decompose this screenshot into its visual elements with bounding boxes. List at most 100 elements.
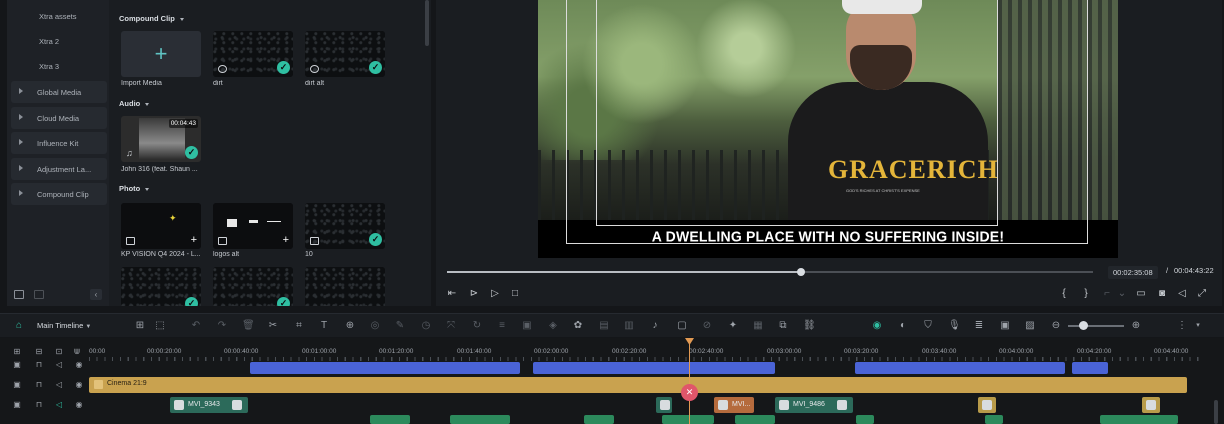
snap-icon[interactable]: ⊡ — [54, 347, 64, 357]
video-clip[interactable] — [662, 415, 714, 424]
audio-edit-icon[interactable]: ♪ — [649, 320, 661, 332]
add-track-icon[interactable]: ⊞ — [12, 347, 22, 357]
display-icon[interactable]: ▭ — [1135, 288, 1147, 300]
progress-knob[interactable] — [797, 268, 805, 276]
voiceover-icon[interactable]: ≣ — [973, 320, 985, 332]
video-clip[interactable] — [978, 397, 996, 413]
sidebar-item-adjustment-layer[interactable]: Adjustment La... — [11, 158, 107, 180]
media-scrollbar[interactable] — [425, 0, 429, 46]
stop-icon[interactable]: □ — [509, 288, 521, 300]
video-clip[interactable] — [656, 397, 672, 413]
sidebar-item-cloud-media[interactable]: Cloud Media — [11, 107, 107, 129]
fullscreen-icon[interactable]: ⤢ — [1196, 288, 1208, 300]
video-clip[interactable] — [985, 415, 1003, 424]
media-thumb[interactable]: ✓ — [121, 267, 201, 306]
video-clip[interactable] — [370, 415, 410, 424]
link-icon[interactable]: ⊟ — [34, 347, 44, 357]
zoom-in-icon[interactable]: ⊕ — [1130, 320, 1142, 332]
video-clip[interactable] — [450, 415, 510, 424]
media-thumb-10[interactable]: ✓ — [305, 203, 385, 249]
playback-progress[interactable] — [447, 268, 1093, 276]
play-icon[interactable]: ▷ — [489, 288, 501, 300]
current-timecode[interactable]: 00:02:35:08 — [1108, 266, 1158, 279]
audio-clip[interactable] — [533, 362, 775, 374]
media-thumb-kp-vision[interactable]: ✦ + — [121, 203, 201, 249]
group-icon[interactable]: ⧉ — [777, 320, 789, 332]
folder-icon[interactable] — [34, 290, 44, 299]
audio-clip[interactable] — [250, 362, 520, 374]
layout-icon[interactable]: ⋮ — [1176, 320, 1188, 332]
ai-crop-icon[interactable]: ▢ — [676, 320, 688, 332]
select-tool-icon[interactable]: ⬚ — [154, 320, 166, 332]
media-thumb-dirt-alt[interactable]: ✓ — [305, 31, 385, 77]
video-clip[interactable] — [584, 415, 614, 424]
video-clip-mvi-9486[interactable]: MVI_9486 — [775, 397, 853, 413]
cut-icon[interactable]: ✂ — [267, 320, 279, 332]
play-previous-icon[interactable]: ⊳ — [468, 288, 480, 300]
new-folder-icon[interactable] — [14, 290, 24, 299]
video-preview[interactable]: GRACERICH GOD'S RICHES AT CHRIST'S EXPEN… — [538, 0, 1118, 258]
grid-icon[interactable]: ⊞ — [134, 320, 146, 332]
effects-icon[interactable]: ✦ — [727, 320, 739, 332]
video-clip-mvi[interactable]: MVI... — [714, 397, 754, 413]
video-clip[interactable] — [856, 415, 874, 424]
media-thumb-dirt[interactable]: ✓ — [213, 31, 293, 77]
speaker-icon[interactable]: ◁ — [54, 380, 64, 390]
split-marker-icon[interactable]: ✕ — [681, 384, 698, 401]
mark-in-icon[interactable]: { — [1058, 288, 1070, 300]
audio-clip[interactable] — [855, 362, 1065, 374]
speaker-icon[interactable]: ◁ — [54, 360, 64, 370]
media-thumb-logos-alt[interactable]: + — [213, 203, 293, 249]
color-icon[interactable]: ✿ — [572, 320, 584, 332]
lock-icon[interactable]: ⊓ — [34, 380, 44, 390]
playhead-line[interactable] — [689, 338, 690, 424]
volume-icon[interactable]: ◁ — [1176, 288, 1188, 300]
sidebar-item-global-media[interactable]: Global Media — [11, 81, 107, 103]
eye-icon[interactable]: ◉ — [74, 360, 84, 370]
media-thumb[interactable]: ✓ — [213, 267, 293, 306]
audio-clip[interactable] — [1072, 362, 1108, 374]
timeline-selector[interactable]: Main Timeline ▼ — [37, 321, 91, 330]
lock-icon[interactable]: ⊓ — [34, 360, 44, 370]
render-icon[interactable]: ◉ — [871, 320, 883, 332]
zoom-tool-icon[interactable]: ⊕ — [344, 320, 356, 332]
video-clip[interactable] — [1142, 397, 1160, 413]
lock-icon[interactable]: ⊓ — [34, 400, 44, 410]
home-icon[interactable]: ⌂ — [13, 320, 25, 332]
cinema-effect-clip[interactable]: Cinema 21:9 — [89, 377, 1187, 393]
media-thumb[interactable] — [305, 267, 385, 306]
snapshot-icon[interactable]: ▨ — [1024, 320, 1036, 332]
eye-icon[interactable]: ◉ — [74, 400, 84, 410]
snapshot-icon[interactable]: ◙ — [1156, 288, 1168, 300]
section-title-audio[interactable]: Audio — [119, 99, 150, 108]
section-title-compound[interactable]: Compound Clip — [119, 14, 184, 23]
video-clip-mvi-9343[interactable]: MVI_9343 — [170, 397, 248, 413]
magnet-icon[interactable]: ⋓ — [72, 347, 82, 357]
pip-icon[interactable]: ▣ — [999, 320, 1011, 332]
section-title-photo[interactable]: Photo — [119, 184, 150, 193]
add-icon[interactable]: + — [191, 235, 197, 246]
media-thumb-audio[interactable]: 00:04:43 ♫ ✓ — [121, 116, 201, 162]
video-clip[interactable] — [735, 415, 775, 424]
mark-out-icon[interactable]: } — [1080, 288, 1092, 300]
microphone-icon[interactable]: 🎙 — [948, 320, 961, 332]
timeline-scrollbar[interactable] — [1214, 400, 1218, 424]
video-clip[interactable] — [1100, 415, 1178, 424]
speaker-icon[interactable]: ◁ — [54, 400, 64, 410]
text-icon[interactable]: T — [318, 320, 330, 332]
step-back-icon[interactable]: ⇤ — [446, 288, 458, 300]
zoom-slider[interactable] — [1068, 325, 1124, 327]
zoom-out-icon[interactable]: ⊖ — [1050, 320, 1062, 332]
shield-icon[interactable]: ⛉ — [922, 320, 934, 332]
link-icon[interactable]: ⛓ — [803, 320, 816, 332]
import-media-tile[interactable]: + — [121, 31, 201, 77]
sidebar-item-compound-clip[interactable]: Compound Clip — [11, 183, 107, 205]
collapse-sidebar-icon[interactable]: ‹ — [90, 289, 102, 300]
eye-icon[interactable]: ◉ — [74, 380, 84, 390]
sidebar-item-influence-kit[interactable]: Influence Kit — [11, 132, 107, 154]
zoom-knob[interactable] — [1079, 321, 1088, 330]
add-icon[interactable]: + — [283, 235, 289, 246]
chevron-down-icon[interactable]: ▾ — [1192, 320, 1204, 332]
crop-icon[interactable]: ⌗ — [293, 320, 305, 332]
marker-icon[interactable]: ◐ — [897, 320, 909, 332]
